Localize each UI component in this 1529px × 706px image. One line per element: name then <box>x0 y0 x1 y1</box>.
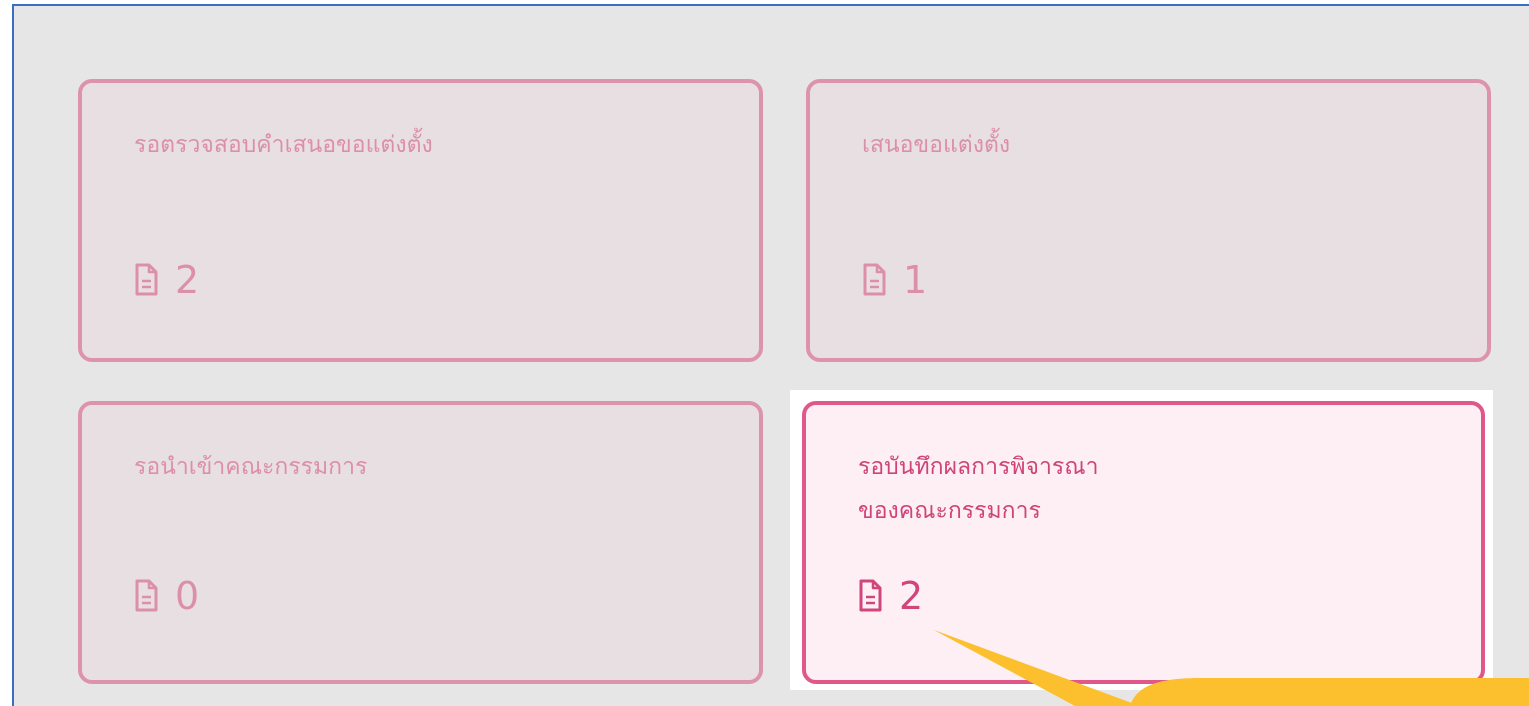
card-count-row: 2 <box>134 261 199 299</box>
card-title: รอตรวจสอบคำเสนอขอแต่งตั้ง <box>134 132 433 158</box>
card-pending-review[interactable]: รอตรวจสอบคำเสนอขอแต่งตั้ง 2 <box>78 79 763 362</box>
card-count: 2 <box>175 258 200 302</box>
card-count: 2 <box>899 574 924 618</box>
card-count: 0 <box>175 574 200 618</box>
card-pending-committee[interactable]: รอนำเข้าคณะกรรมการ 0 <box>78 401 763 684</box>
card-appointment-proposal[interactable]: เสนอขอแต่งตั้ง 1 <box>806 79 1491 362</box>
card-count-row: 2 <box>858 577 923 615</box>
callout-annotation <box>934 630 1529 706</box>
card-count-row: 1 <box>862 261 927 299</box>
document-icon <box>134 263 159 297</box>
document-icon <box>858 579 883 613</box>
document-icon <box>134 579 159 613</box>
card-title: รอนำเข้าคณะกรรมการ <box>134 454 368 480</box>
card-title: เสนอขอแต่งตั้ง <box>862 132 1011 158</box>
document-icon <box>862 263 887 297</box>
card-title: รอบันทึกผลการพิจารณา ของคณะกรรมการ <box>858 454 1099 524</box>
card-count-row: 0 <box>134 577 199 615</box>
card-count: 1 <box>903 258 928 302</box>
